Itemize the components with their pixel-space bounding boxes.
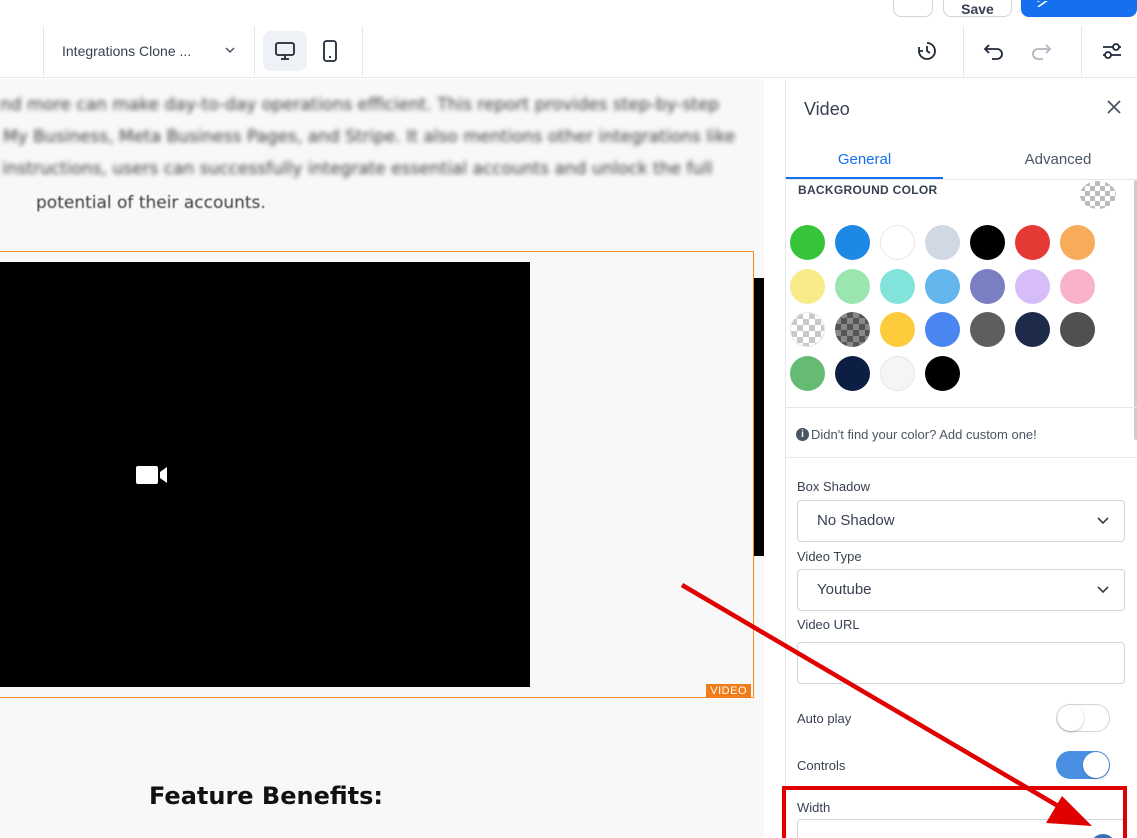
controls-toggle[interactable] bbox=[1056, 751, 1110, 779]
desktop-icon bbox=[275, 42, 295, 60]
panel-title: Video bbox=[804, 99, 850, 119]
chevron-down-icon bbox=[1097, 517, 1109, 525]
controls-label: Controls bbox=[797, 758, 846, 773]
video-type-label: Video Type bbox=[797, 549, 862, 564]
tab-advanced[interactable]: Advanced bbox=[972, 151, 1137, 168]
mobile-icon bbox=[323, 40, 337, 62]
scrollbar-thumb[interactable] bbox=[754, 278, 764, 556]
active-tab-indicator bbox=[786, 177, 943, 179]
publish-button[interactable] bbox=[1021, 0, 1137, 17]
save-button[interactable]: Save bbox=[943, 0, 1012, 17]
color-swatch[interactable] bbox=[925, 268, 960, 304]
box-shadow-select[interactable]: No Shadow bbox=[797, 500, 1125, 542]
video-camera-icon bbox=[136, 466, 167, 484]
color-swatch[interactable] bbox=[1015, 225, 1050, 260]
color-swatch[interactable] bbox=[970, 225, 1005, 260]
color-swatch[interactable] bbox=[925, 225, 960, 260]
color-swatch[interactable] bbox=[925, 312, 960, 347]
color-swatch[interactable] bbox=[880, 355, 915, 391]
color-swatch[interactable] bbox=[790, 312, 825, 347]
chevron-down-icon bbox=[1097, 586, 1109, 594]
section-heading: Feature Benefits: bbox=[149, 782, 383, 810]
toggle-knob bbox=[1083, 752, 1109, 778]
element-type-tag: VIDEO bbox=[706, 684, 751, 698]
properties-panel: Video General Advanced BACKGROUND COLOR … bbox=[785, 79, 1137, 838]
toolbar-divider bbox=[254, 26, 255, 76]
color-swatch[interactable] bbox=[835, 268, 870, 304]
auto-play-toggle[interactable] bbox=[1056, 704, 1110, 732]
color-swatch[interactable] bbox=[1060, 312, 1095, 347]
mobile-view-button[interactable] bbox=[308, 31, 352, 71]
paragraph-line: nd more can make day-to-day operations e… bbox=[0, 95, 720, 115]
color-swatch[interactable] bbox=[1060, 225, 1095, 260]
page-selector[interactable]: Integrations Clone ... bbox=[44, 26, 254, 76]
color-swatch[interactable] bbox=[790, 268, 825, 304]
redo-button[interactable] bbox=[1021, 31, 1061, 71]
color-swatch[interactable] bbox=[835, 355, 870, 391]
color-swatch[interactable] bbox=[1015, 268, 1050, 304]
chevron-down-icon bbox=[225, 47, 235, 54]
custom-color-text: Didn't find your color? Add custom one! bbox=[811, 427, 1037, 442]
color-swatch[interactable] bbox=[835, 225, 870, 260]
color-swatch[interactable] bbox=[1015, 312, 1050, 347]
top-toolbar: Save Integrations Clone ... bbox=[0, 0, 1137, 78]
custom-color-hint[interactable]: i Didn't find your color? Add custom one… bbox=[796, 427, 1037, 442]
undo-button[interactable] bbox=[974, 31, 1014, 71]
color-swatch[interactable] bbox=[970, 312, 1005, 347]
help-icon bbox=[894, 0, 934, 4]
color-swatch[interactable] bbox=[970, 268, 1005, 304]
video-url-label: Video URL bbox=[797, 617, 860, 632]
auto-play-label: Auto play bbox=[797, 711, 852, 726]
color-swatch[interactable] bbox=[790, 355, 825, 391]
toolbar-divider bbox=[362, 26, 363, 76]
annotation-highlight-box bbox=[782, 786, 1127, 838]
divider bbox=[786, 407, 1137, 408]
page-name: Integrations Clone ... bbox=[62, 43, 192, 59]
paragraph-line: My Business, Meta Business Pages, and St… bbox=[3, 127, 736, 147]
sliders-icon bbox=[1103, 43, 1121, 59]
video-type-value: Youtube bbox=[817, 581, 872, 598]
close-icon bbox=[1107, 100, 1121, 114]
help-button[interactable] bbox=[893, 0, 933, 17]
paragraph-line: instructions, users can successfully int… bbox=[2, 159, 713, 179]
undo-icon bbox=[983, 44, 1003, 60]
color-swatch[interactable] bbox=[925, 355, 960, 391]
current-color-preview[interactable] bbox=[1080, 181, 1116, 209]
toolbar-divider bbox=[1081, 26, 1082, 76]
box-shadow-label: Box Shadow bbox=[797, 479, 870, 494]
toolbar-divider bbox=[963, 26, 964, 76]
color-swatch[interactable] bbox=[880, 268, 915, 304]
video-url-input[interactable] bbox=[797, 642, 1125, 684]
box-shadow-value: No Shadow bbox=[817, 512, 895, 529]
video-player[interactable] bbox=[0, 262, 530, 687]
color-swatch[interactable] bbox=[1060, 268, 1095, 304]
color-swatch[interactable] bbox=[835, 312, 870, 347]
color-swatch[interactable] bbox=[880, 225, 915, 260]
editor-canvas[interactable]: nd more can make day-to-day operations e… bbox=[0, 79, 754, 838]
tab-general[interactable]: General bbox=[786, 151, 943, 168]
color-swatch[interactable] bbox=[880, 312, 915, 347]
redo-icon bbox=[1032, 44, 1052, 60]
close-panel-button[interactable] bbox=[1106, 99, 1122, 120]
history-icon bbox=[918, 42, 936, 60]
settings-button[interactable] bbox=[1092, 31, 1132, 71]
canvas-scrollbar[interactable] bbox=[754, 79, 764, 838]
background-color-label: BACKGROUND COLOR bbox=[798, 183, 938, 197]
info-icon: i bbox=[796, 428, 809, 441]
video-element-selected[interactable]: VIDEO bbox=[0, 251, 754, 698]
divider bbox=[786, 457, 1137, 458]
send-icon bbox=[1037, 1, 1048, 7]
toggle-knob bbox=[1058, 705, 1084, 731]
paragraph-line: potential of their accounts. bbox=[36, 193, 266, 213]
color-swatch[interactable] bbox=[790, 225, 825, 260]
panel-tabs: General Advanced bbox=[786, 139, 1137, 180]
video-type-select[interactable]: Youtube bbox=[797, 569, 1125, 611]
desktop-view-button[interactable] bbox=[263, 31, 307, 71]
history-button[interactable] bbox=[907, 31, 947, 71]
